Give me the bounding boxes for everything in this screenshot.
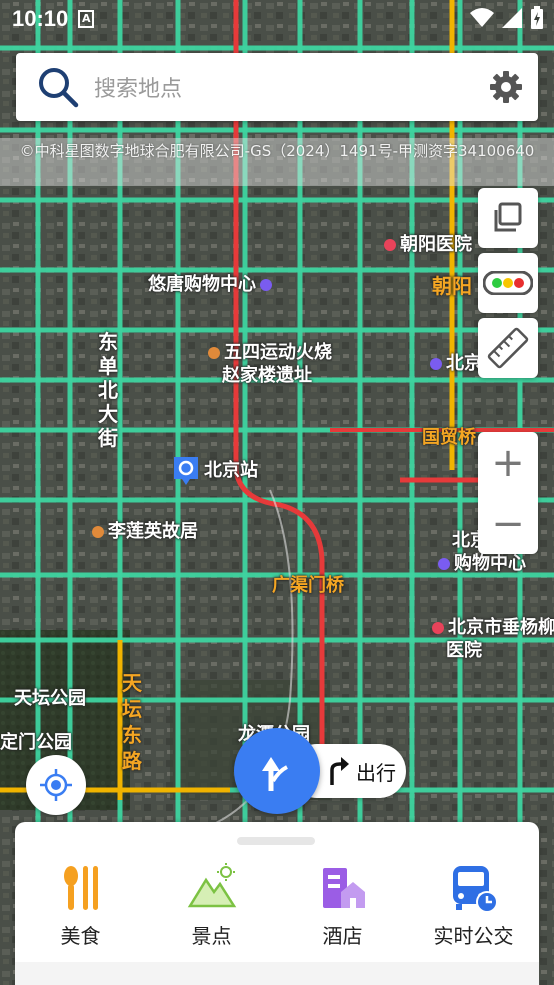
navigation-button[interactable] bbox=[234, 728, 320, 814]
wifi-icon bbox=[470, 8, 494, 27]
zoom-in-button[interactable]: + bbox=[478, 432, 538, 493]
scenic-icon bbox=[187, 863, 236, 908]
map-label-beijing-mall[interactable]: 北京 bbox=[430, 349, 482, 375]
battery-icon bbox=[531, 6, 543, 29]
map-attribution: ©中科星图数字地球合肥有限公司-GS（2024）1491号-甲测资字341006… bbox=[19, 142, 535, 160]
map-label-temple-of-heaven: 天坛公园 bbox=[14, 688, 86, 709]
map-label-zhaojialou: 赵家楼遗址 bbox=[222, 365, 312, 386]
location-target-icon bbox=[40, 769, 72, 801]
map-label-tiantan-east-road: 天坛东路 bbox=[122, 671, 142, 773]
map-label-chaoyang-hospital[interactable]: 朝阳医院 bbox=[384, 230, 472, 256]
hotel-icon bbox=[322, 868, 365, 908]
hospital-icon bbox=[432, 622, 444, 634]
layers-icon bbox=[494, 202, 522, 232]
status-icons bbox=[470, 6, 544, 30]
fork-arrow-icon bbox=[262, 757, 288, 791]
station-icon bbox=[174, 457, 198, 485]
gear-icon[interactable] bbox=[488, 69, 524, 105]
route-label: 出行 bbox=[356, 760, 396, 785]
ruler-icon bbox=[487, 327, 529, 369]
notification-icon: A bbox=[78, 10, 95, 28]
mall-icon bbox=[438, 558, 450, 570]
mall-icon bbox=[430, 358, 442, 370]
bottom-tab-strip bbox=[15, 962, 539, 985]
category-bus[interactable]: 实时公交 bbox=[408, 862, 539, 949]
map-label-dongdan-street: 东单北大街 bbox=[98, 330, 118, 450]
category-food[interactable]: 美食 bbox=[15, 862, 146, 949]
search-icon bbox=[39, 68, 79, 108]
mall-icon bbox=[260, 279, 272, 291]
map-label-guangqumen-bridge: 广渠门桥 bbox=[272, 575, 344, 596]
category-label: 景点 bbox=[191, 924, 232, 948]
status-time: 10:10 bbox=[12, 6, 69, 31]
hospital-icon bbox=[384, 239, 396, 251]
map-label-guomao-bridge: 国贸桥 bbox=[422, 427, 476, 448]
category-label: 美食 bbox=[60, 924, 101, 948]
food-icon bbox=[63, 866, 98, 910]
status-bar: 10:10 A bbox=[0, 0, 554, 38]
map-label-lilianying[interactable]: 李莲英故居 bbox=[92, 517, 198, 543]
category-row: 美食 景点 酒店 实时公交 bbox=[15, 862, 539, 949]
zoom-out-button[interactable]: − bbox=[478, 493, 538, 554]
turn-arrow-icon bbox=[330, 757, 349, 785]
map-label-beijing-station[interactable]: 北京站 bbox=[172, 455, 258, 487]
category-hotel[interactable]: 酒店 bbox=[277, 862, 408, 949]
locate-me-button[interactable] bbox=[26, 755, 86, 815]
map-label-hospital: 医院 bbox=[446, 640, 482, 661]
bottom-sheet[interactable]: 美食 景点 酒店 实时公交 bbox=[15, 822, 539, 962]
search-input[interactable]: 搜索地点 bbox=[94, 71, 488, 103]
map-label-dingmen-park: 定门公园 bbox=[0, 732, 72, 753]
landmark-icon bbox=[208, 347, 220, 359]
category-scenic[interactable]: 景点 bbox=[146, 862, 277, 949]
bus-icon bbox=[452, 866, 498, 913]
drag-handle[interactable] bbox=[237, 837, 315, 845]
category-label: 实时公交 bbox=[433, 924, 514, 948]
map-label-youtang-mall[interactable]: 悠唐购物中心 bbox=[148, 270, 276, 296]
map-label-chaoyang: 朝阳 bbox=[432, 274, 472, 298]
traffic-light-icon bbox=[483, 271, 533, 295]
search-bar[interactable]: 搜索地点 bbox=[16, 53, 538, 121]
category-label: 酒店 bbox=[322, 924, 363, 948]
zoom-control: + − bbox=[478, 432, 538, 554]
signal-icon bbox=[502, 8, 522, 28]
layers-button[interactable] bbox=[478, 188, 538, 248]
ruler-button[interactable] bbox=[478, 318, 538, 378]
traffic-button[interactable] bbox=[478, 253, 538, 313]
landmark-icon bbox=[92, 526, 104, 538]
